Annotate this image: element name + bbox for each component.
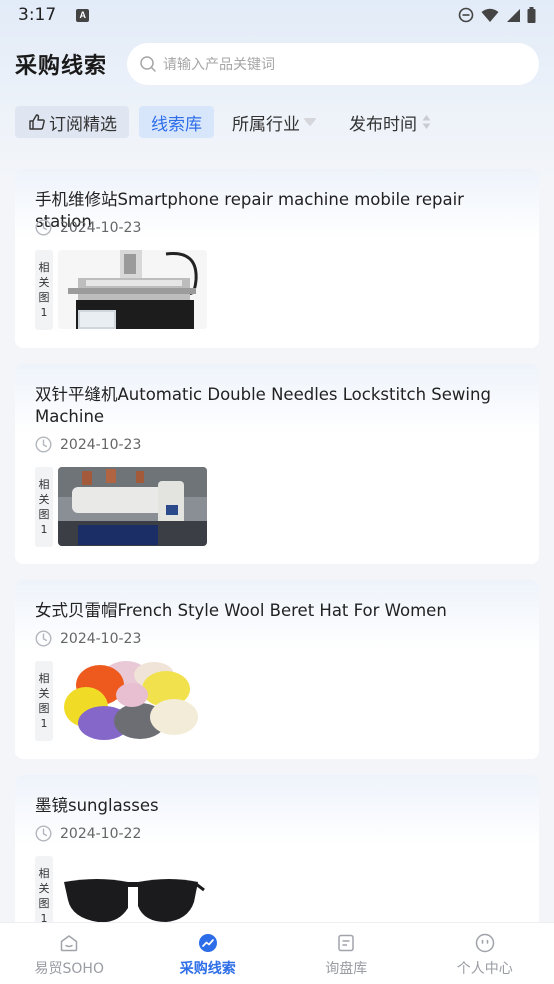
filter-bar: 订阅精选 线索库 所属行业 发布时间 [15, 106, 443, 138]
lead-thumbnail-repair-machine[interactable] [58, 250, 207, 329]
lead-date: 2024-10-23 [35, 219, 141, 236]
trend-icon [198, 934, 217, 952]
tag-char: 图 [38, 702, 50, 715]
filter-library-button[interactable]: 线索库 [139, 106, 214, 138]
user-face-icon [475, 933, 494, 953]
filter-industry-label: 所属行业 [232, 114, 300, 135]
battery-icon [527, 7, 536, 23]
clock-icon [35, 825, 52, 842]
tab-profile[interactable]: 个人中心 [416, 923, 554, 984]
tag-char: 1 [40, 306, 48, 319]
status-bar: 3:17 A [0, 0, 554, 30]
dnd-icon [458, 7, 474, 23]
clock-icon [35, 436, 52, 453]
tag-char: 相 [38, 478, 50, 491]
tag-char: 相 [38, 261, 50, 274]
tab-inquiry-label: 询盘库 [325, 961, 368, 977]
document-icon [338, 934, 354, 952]
tag-char: 图 [38, 291, 50, 304]
lead-title: 双针平缝机Automatic Double Needles Lockstitch… [35, 385, 491, 426]
lead-card[interactable]: 双针平缝机Automatic Double Needles Lockstitch… [15, 364, 539, 564]
lead-date-text: 2024-10-23 [60, 436, 142, 453]
tag-char: 关 [38, 276, 50, 289]
status-icons [458, 7, 536, 23]
page-title: 采购线索 [15, 54, 108, 79]
lead-date: 2024-10-23 [35, 436, 141, 453]
home-icon [61, 935, 78, 952]
tag-char: 1 [40, 717, 48, 730]
filter-subscribe-label: 订阅精选 [49, 114, 117, 135]
filter-subscribe-button[interactable]: 订阅精选 [15, 106, 129, 138]
clock-icon [35, 219, 52, 236]
header: 采购线索 请输入产品关键词 [0, 42, 554, 86]
tab-home[interactable]: 易贸SOHO [0, 923, 139, 984]
filter-publish-time-label: 发布时间 [349, 114, 417, 135]
search-input[interactable]: 请输入产品关键词 [127, 43, 539, 85]
related-images-tag: 相 关 图 1 [35, 250, 53, 330]
thumbs-up-icon [29, 114, 45, 130]
tag-char: 关 [38, 882, 50, 895]
tab-leads-label: 采购线索 [179, 961, 236, 977]
tab-leads[interactable]: 采购线索 [139, 923, 278, 984]
lead-title: 女式贝雷帽French Style Wool Beret Hat For Wom… [35, 601, 447, 620]
bottom-tab-bar: 易贸SOHO 采购线索 询盘库 个人中心 [0, 922, 554, 984]
wifi-icon [481, 8, 499, 22]
tag-char: 图 [38, 897, 50, 910]
status-time: 3:17 [18, 5, 57, 25]
clock-icon [35, 630, 52, 647]
lead-title: 墨镜sunglasses [35, 796, 159, 815]
signal-icon [507, 8, 520, 22]
lead-date-text: 2024-10-23 [60, 630, 142, 647]
sort-icon [422, 115, 431, 129]
tag-char: 相 [38, 672, 50, 685]
related-images-tag: 相 关 图 1 [35, 467, 53, 547]
notification-a-icon: A [76, 8, 90, 22]
lead-card[interactable]: 手机维修站Smartphone repair machine mobile re… [15, 169, 539, 348]
search-placeholder: 请输入产品关键词 [163, 57, 276, 73]
tag-char: 关 [38, 493, 50, 506]
tab-profile-label: 个人中心 [456, 961, 513, 977]
tag-char: 1 [40, 523, 48, 536]
lead-thumbnail-berets[interactable] [58, 661, 207, 740]
lead-date: 2024-10-22 [35, 825, 141, 842]
tag-char: 图 [38, 508, 50, 521]
tab-home-label: 易贸SOHO [34, 961, 104, 977]
lead-date: 2024-10-23 [35, 630, 141, 647]
lead-card[interactable]: 女式贝雷帽French Style Wool Beret Hat For Wom… [15, 580, 539, 759]
related-images-tag: 相 关 图 1 [35, 661, 53, 741]
lead-thumbnail-sewing-machine[interactable] [58, 467, 207, 546]
filter-library-label: 线索库 [151, 114, 202, 135]
search-icon [140, 56, 156, 72]
lead-date-text: 2024-10-23 [60, 219, 142, 236]
tab-inquiry[interactable]: 询盘库 [277, 923, 416, 984]
tag-char: 关 [38, 687, 50, 700]
lead-date-text: 2024-10-22 [60, 825, 142, 842]
tag-char: 相 [38, 867, 50, 880]
filter-publish-time-sort[interactable]: 发布时间 [337, 106, 443, 138]
filter-industry-dropdown[interactable]: 所属行业 [220, 106, 329, 138]
caret-down-icon [304, 118, 316, 126]
